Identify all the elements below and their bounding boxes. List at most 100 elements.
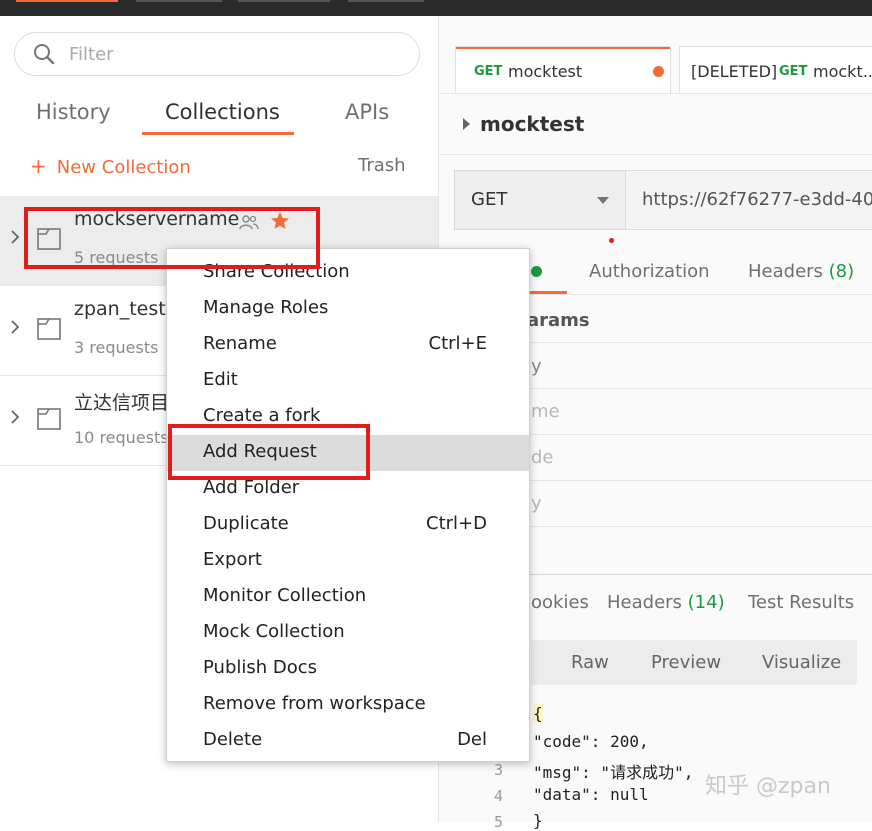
request-title: mocktest xyxy=(480,112,585,136)
tab-collections[interactable]: Collections xyxy=(165,100,280,124)
search-icon xyxy=(34,44,55,65)
tab-cookies[interactable]: ookies xyxy=(531,592,589,613)
line-number: 4 xyxy=(494,787,504,805)
chevron-down-icon xyxy=(597,197,609,204)
request-tab-mocktest[interactable]: GET mocktest xyxy=(455,46,671,94)
method-badge: GET xyxy=(779,64,808,79)
request-breadcrumb[interactable]: mocktest xyxy=(463,112,584,136)
tab-response-headers[interactable]: Headers (14) xyxy=(607,592,725,613)
plus-icon: + xyxy=(30,154,47,178)
line-number: 5 xyxy=(494,813,504,831)
toolbar-button-edge[interactable] xyxy=(348,0,424,2)
collection-context-menu: Share Collection Manage Roles Rename Ctrl… xyxy=(166,248,530,762)
unsaved-dot xyxy=(653,66,664,77)
query-params-heading: arams xyxy=(527,310,590,331)
collection-request-count: 10 requests xyxy=(74,428,169,447)
trash-link[interactable]: Trash xyxy=(358,155,406,176)
menu-item-remove-from-workspace[interactable]: Remove from workspace xyxy=(167,687,529,723)
collection-folder-icon xyxy=(37,408,61,430)
menu-item-label: Duplicate xyxy=(203,513,289,534)
filter-search-box[interactable]: Filter xyxy=(14,32,420,76)
view-preview-button[interactable]: Preview xyxy=(651,652,721,673)
new-collection-label: New Collection xyxy=(56,157,191,178)
menu-item-mock-collection[interactable]: Mock Collection xyxy=(167,615,529,651)
menu-item-export[interactable]: Export xyxy=(167,543,529,579)
menu-item-label: Create a fork xyxy=(203,405,321,426)
response-headers-label: Headers xyxy=(607,592,682,613)
menu-item-monitor-collection[interactable]: Monitor Collection xyxy=(167,579,529,615)
code-line: "code": 200, xyxy=(533,732,649,751)
headers-label: Headers xyxy=(748,261,823,282)
menu-item-manage-roles[interactable]: Manage Roles xyxy=(167,291,529,327)
menu-item-publish-docs[interactable]: Publish Docs xyxy=(167,651,529,687)
collection-folder-icon xyxy=(37,318,61,340)
menu-item-shortcut: Ctrl+D xyxy=(426,513,487,534)
collection-request-count: 3 requests xyxy=(74,338,159,357)
url-change-marker xyxy=(609,238,614,243)
menu-item-label: Add Folder xyxy=(203,477,300,498)
url-input[interactable]: https://62f76277-e3dd-400c xyxy=(626,170,872,230)
collection-name: 立达信项目 xyxy=(74,392,170,414)
menu-item-rename[interactable]: Rename Ctrl+E xyxy=(167,327,529,363)
new-button-edge[interactable] xyxy=(16,0,118,2)
params-row-text: de xyxy=(531,447,554,468)
toolbar-button-edge[interactable] xyxy=(136,0,222,2)
active-tab-bar xyxy=(456,47,670,49)
code-line: } xyxy=(533,811,543,830)
method-badge: GET xyxy=(474,64,503,79)
tab-authorization[interactable]: Authorization xyxy=(589,261,710,282)
divider xyxy=(439,93,872,94)
app-top-bar xyxy=(0,0,872,16)
code-line: "msg": "请求成功", xyxy=(533,763,694,782)
params-row-text: y xyxy=(531,493,542,514)
view-visualize-button[interactable]: Visualize xyxy=(762,652,841,673)
filter-placeholder: Filter xyxy=(69,44,114,65)
chevron-right-icon[interactable] xyxy=(10,408,20,426)
tab-test-results[interactable]: Test Results xyxy=(748,592,854,613)
method-dropdown[interactable]: GET xyxy=(454,170,626,230)
menu-item-label: Rename xyxy=(203,333,277,354)
menu-item-delete[interactable]: Delete Del xyxy=(167,723,529,759)
request-tab-label: mockt... xyxy=(813,62,872,81)
collection-name: zpan_test xyxy=(74,298,166,320)
code-line: "data": null xyxy=(533,785,649,804)
menu-item-shortcut: Ctrl+E xyxy=(428,333,487,354)
deleted-prefix: [DELETED] xyxy=(691,62,778,81)
menu-item-duplicate[interactable]: Duplicate Ctrl+D xyxy=(167,507,529,543)
menu-item-label: Publish Docs xyxy=(203,657,318,678)
divider xyxy=(439,154,872,155)
zhihu-watermark: 知乎 @zpan xyxy=(705,774,831,799)
highlight-box-add-request xyxy=(168,424,370,480)
response-headers-count: (14) xyxy=(687,592,725,613)
chevron-right-icon[interactable] xyxy=(10,228,20,246)
headers-count: (8) xyxy=(828,261,855,282)
menu-item-label: Delete xyxy=(203,729,263,750)
chevron-right-icon[interactable] xyxy=(10,318,20,336)
url-value: https://62f76277-e3dd-400c xyxy=(642,189,872,210)
line-number: 3 xyxy=(494,761,504,779)
params-active-dot xyxy=(531,266,542,277)
menu-item-shortcut: Del xyxy=(457,729,487,750)
menu-item-label: Manage Roles xyxy=(203,297,329,318)
tab-history[interactable]: History xyxy=(36,100,111,124)
request-tab-deleted[interactable]: [DELETED] GET mockt... xyxy=(679,46,872,94)
code-line: { xyxy=(533,704,543,723)
menu-item-label: Edit xyxy=(203,369,238,390)
toolbar-button-edge[interactable] xyxy=(238,0,330,2)
menu-item-label: Monitor Collection xyxy=(203,585,367,606)
request-tab-label: mocktest xyxy=(508,62,583,81)
view-raw-button[interactable]: Raw xyxy=(571,652,609,673)
new-collection-button[interactable]: + New Collection xyxy=(30,154,191,178)
highlight-box-collection xyxy=(24,207,320,269)
response-view-bar: Raw Preview Visualize xyxy=(531,640,857,685)
active-tab-indicator xyxy=(142,132,294,135)
menu-item-label: Mock Collection xyxy=(203,621,345,642)
tab-apis[interactable]: APIs xyxy=(345,100,389,124)
params-row-text: y xyxy=(531,356,542,377)
caret-right-icon xyxy=(463,117,470,130)
method-value: GET xyxy=(471,189,508,210)
tab-headers[interactable]: Headers (8) xyxy=(748,261,854,282)
menu-item-edit[interactable]: Edit xyxy=(167,363,529,399)
menu-item-label: Remove from workspace xyxy=(203,693,426,714)
menu-item-label: Export xyxy=(203,549,262,570)
